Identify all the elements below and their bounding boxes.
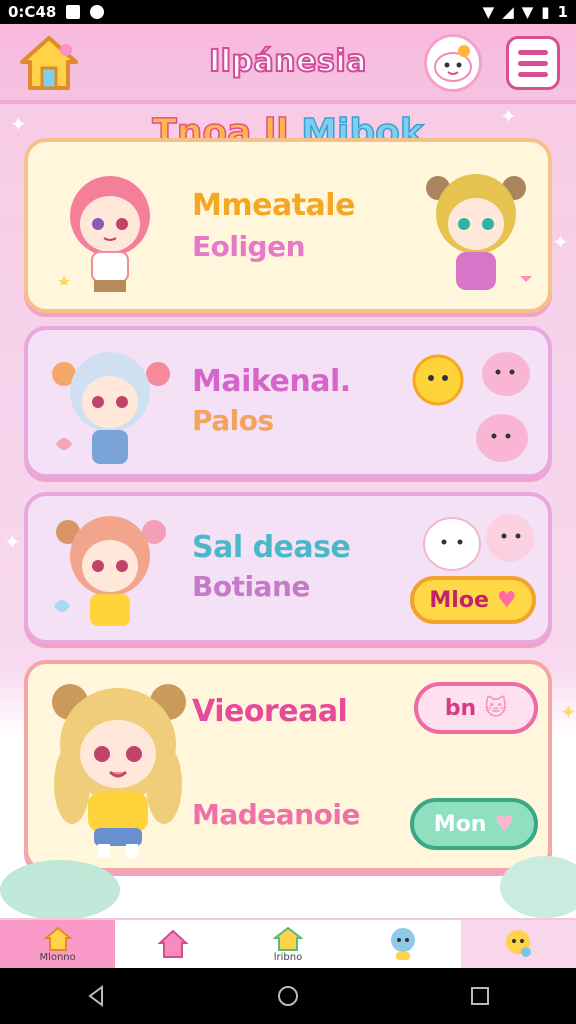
battery-label: 1: [557, 3, 568, 21]
recents-icon[interactable]: [468, 984, 492, 1008]
sparkle-icon: ✦: [552, 230, 569, 254]
character-avatar-silver-hair: [52, 352, 170, 464]
character-card[interactable]: Maikenal. Palos: [24, 326, 552, 478]
character-avatar-blonde-curly-hair: [52, 684, 186, 858]
menu-line: [518, 71, 548, 77]
heart-icon: ♥: [496, 587, 517, 613]
system-navigation: [0, 968, 576, 1024]
image-notification-icon: [66, 5, 81, 19]
bottom-action-button-label: Mon: [433, 811, 487, 837]
top-action-button-label: bn: [444, 695, 477, 721]
character-card[interactable]: Sal dease Botiane Mloe ♥: [24, 492, 552, 644]
menu-line: [518, 49, 548, 55]
wifi-icon: ▼: [482, 3, 495, 21]
nav-item-house[interactable]: [115, 920, 230, 968]
nav-label: lribno: [273, 951, 303, 963]
signal-icon: ◢: [502, 3, 514, 21]
character-subtitle: Botiane: [192, 570, 310, 603]
mascot-icon: [434, 45, 472, 82]
home-icon: [43, 926, 72, 951]
character-card[interactable]: Vieoreaal Madeanoie bn 🐱 Mon ♥: [24, 660, 552, 872]
mascot-button[interactable]: [424, 34, 482, 92]
heart-icon: ♥: [494, 811, 515, 837]
app-notification-icon: [90, 5, 105, 19]
menu-line: [518, 60, 548, 66]
nav-item-home[interactable]: Mlonno: [0, 920, 116, 968]
bottom-action-button[interactable]: Mon ♥: [410, 798, 538, 850]
menu-button[interactable]: [506, 36, 560, 90]
app-header: Ilpánesia: [0, 24, 576, 104]
sparkle-icon: ✦: [560, 700, 576, 724]
character-subtitle: Palos: [192, 404, 274, 437]
home-circle-icon[interactable]: [276, 984, 300, 1008]
character-icon: [391, 928, 416, 960]
character-card[interactable]: Mmeatale Eoligen: [24, 138, 552, 313]
character-avatar-blonde-hair: [426, 174, 532, 290]
nav-item-mascot[interactable]: [460, 920, 576, 968]
cloud-decoration: [0, 860, 120, 920]
character-subtitle: Madeanoie: [192, 798, 360, 831]
nav-label: Mlonno: [39, 951, 76, 963]
sun-and-cats-icon: [412, 352, 530, 462]
status-bar: 0:C48 ▼ ◢ ▼ ▮ 1: [0, 0, 576, 24]
mascot-icon: [506, 930, 532, 957]
character-avatar-pink-hair: [58, 176, 150, 292]
nav-item-library[interactable]: lribno: [230, 920, 345, 968]
cats-icon: [423, 514, 534, 571]
status-time: 0:C48: [8, 3, 57, 21]
character-name: Mmeatale: [192, 188, 355, 223]
action-button-label: Mloe: [429, 587, 489, 613]
character-subtitle: Eoligen: [192, 230, 306, 263]
battery-icon: ▮: [541, 3, 550, 21]
character-name: Vieoreaal: [192, 694, 348, 729]
top-action-button[interactable]: bn 🐱: [414, 682, 538, 734]
signal-2-icon: ▼: [521, 3, 534, 21]
app-title: Ilpánesia: [208, 43, 367, 80]
character-name: Maikenal.: [192, 364, 351, 399]
bottom-navigation: Mlonno lribno: [0, 918, 576, 968]
sparkle-icon: ✦: [4, 530, 21, 554]
action-button[interactable]: Mloe ♥: [410, 576, 536, 624]
house-pink-icon: [157, 929, 189, 958]
cloud-decoration: [500, 856, 576, 918]
cat-icon: 🐱: [484, 695, 508, 721]
back-icon[interactable]: [84, 984, 108, 1008]
house-green-icon: [273, 926, 303, 951]
nav-item-character[interactable]: [346, 920, 461, 968]
character-avatar-peach-hair: [54, 516, 166, 626]
character-name: Sal dease: [192, 530, 351, 565]
